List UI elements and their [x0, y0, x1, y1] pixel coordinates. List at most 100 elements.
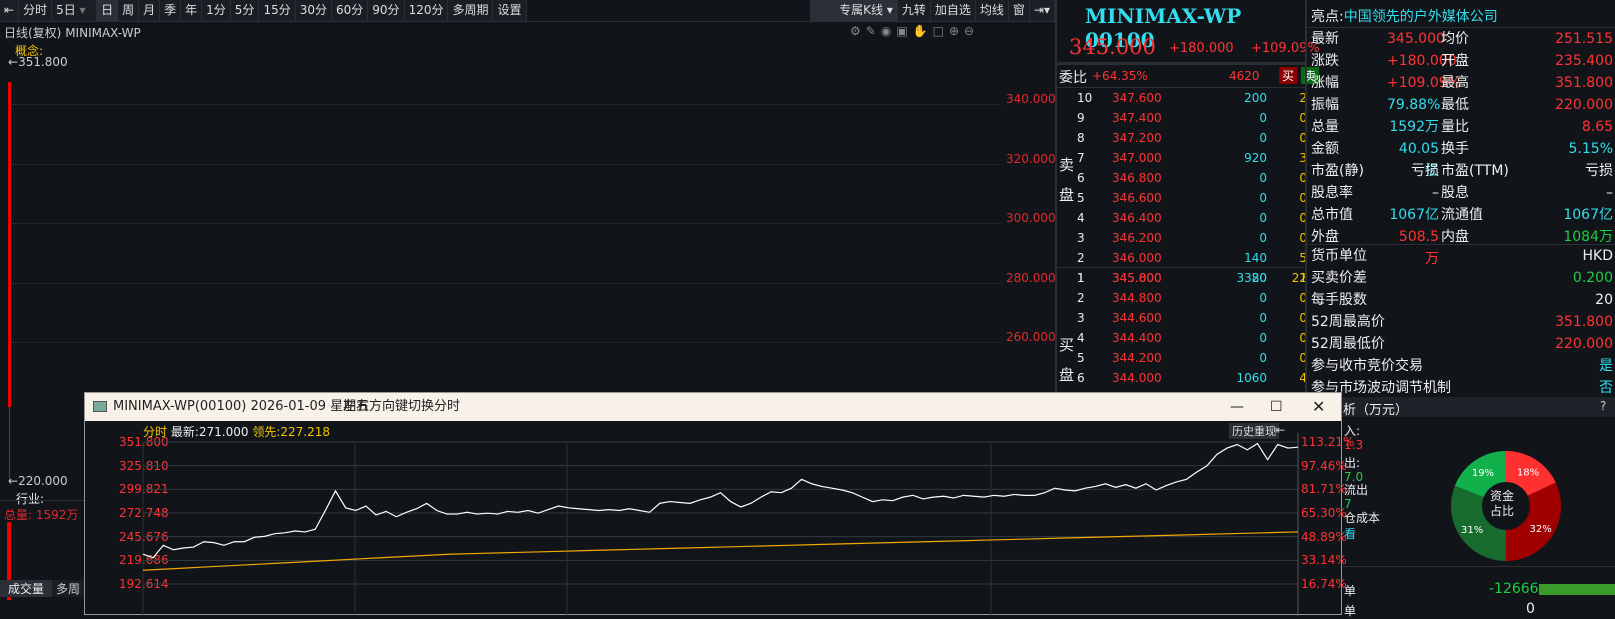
info-label: 参与收市竞价交易: [1311, 358, 1423, 374]
bid-row[interactable]: 6 344.000 1060 4: [1057, 369, 1307, 389]
eye-icon[interactable]: ◉: [881, 24, 896, 38]
funds-bar: [1539, 584, 1615, 595]
ask-row[interactable]: 6 346.800 0 0: [1057, 169, 1307, 189]
stat-label: 最高: [1441, 75, 1469, 91]
bid-price: 344.000: [1112, 371, 1162, 385]
info-value: 0.200: [1572, 270, 1613, 286]
tab-volume[interactable]: 成交量: [0, 580, 52, 597]
period-15min[interactable]: 15分: [259, 0, 296, 21]
ask-volume: 0: [1259, 111, 1267, 125]
period-60min[interactable]: 60分: [332, 0, 369, 21]
high-value: 351.800: [18, 55, 68, 69]
zoom-in-icon[interactable]: ⊕: [949, 24, 964, 38]
ask-row[interactable]: 2 346.000 140 5: [1057, 249, 1307, 269]
ask-row[interactable]: 4 346.400 0 0: [1057, 209, 1307, 229]
period-year[interactable]: 年: [181, 0, 203, 21]
stat-value: +180.000: [1387, 53, 1457, 69]
settings-button[interactable]: 设置: [493, 0, 527, 21]
ask-volume: 200: [1244, 91, 1267, 105]
funds-title: 析（万元）: [1343, 403, 1409, 418]
add-watchlist-button[interactable]: 加自选: [930, 0, 976, 21]
pen-icon[interactable]: ✎: [866, 24, 881, 38]
ask-level: 8: [1077, 131, 1085, 145]
highlight-text: 中国领先的户外媒体公司: [1343, 9, 1498, 25]
period-90min[interactable]: 90分: [368, 0, 405, 21]
expand-icon[interactable]: ⇥▾: [1029, 0, 1055, 21]
ask-level: 4: [1077, 211, 1085, 225]
info-label: 52周最低价: [1311, 336, 1385, 352]
back-icon[interactable]: ⇤: [0, 0, 20, 21]
chart-type: 日线(复权): [4, 26, 62, 40]
kline-select[interactable]: 专属K线 ▾: [809, 0, 898, 21]
intraday-chart: [142, 433, 1299, 616]
toolbox-icon[interactable]: ▣: [896, 24, 912, 38]
bid-row[interactable]: 2 344.800 0 0: [1057, 289, 1307, 309]
ask-price: 346.600: [1112, 191, 1162, 205]
ma-button[interactable]: 均线: [975, 0, 1009, 21]
bid-row[interactable]: 5 344.200 0 0: [1057, 349, 1307, 369]
stat-label: 换手: [1441, 141, 1469, 157]
info-value: 351.800: [1555, 314, 1613, 330]
ask-row[interactable]: 3 346.200 0 0: [1057, 229, 1307, 249]
divider: [1307, 244, 1615, 245]
period-toolbar: ⇤ 分时 5日 ▾ 日 周 月 季 年 1分 5分 15分 30分 60分 90…: [0, 0, 1055, 22]
ask-row[interactable]: 8 347.200 0 0: [1057, 129, 1307, 149]
period-week[interactable]: 周: [118, 0, 140, 21]
zoom-out-icon[interactable]: ⊖: [964, 24, 979, 38]
stat-value: 345.000: [1387, 31, 1445, 47]
period-quarter[interactable]: 季: [160, 0, 182, 21]
ask-volume: 0: [1259, 171, 1267, 185]
period-5day-label: 5日: [56, 3, 76, 17]
period-30min[interactable]: 30分: [295, 0, 332, 21]
period-day[interactable]: 日: [97, 0, 119, 21]
bid-volume: 0: [1259, 311, 1267, 325]
ask-level: 6: [1077, 171, 1085, 185]
stat-value: 1592万: [1389, 119, 1439, 135]
ask-row[interactable]: 5 346.600 0 0: [1057, 189, 1307, 209]
grid-line: [12, 283, 1002, 284]
low-value: 220.000: [18, 474, 68, 488]
bid-volume: 3380: [1236, 271, 1267, 285]
bid-level: 1: [1077, 271, 1085, 285]
stat-label: 涨跌: [1311, 53, 1339, 69]
hand-icon[interactable]: ✋: [913, 24, 933, 38]
tab-multi[interactable]: 多周: [52, 580, 84, 597]
stat-value: 351.800: [1555, 75, 1613, 91]
multi-period[interactable]: 多周期: [448, 0, 494, 21]
bid-row[interactable]: 1 345.000 3380 22: [1057, 269, 1307, 289]
period-5min[interactable]: 5分: [230, 0, 260, 21]
axis-label: 280.000: [1006, 271, 1056, 285]
period-1min[interactable]: 1分: [202, 0, 231, 21]
period-month[interactable]: 月: [139, 0, 161, 21]
ask-price: 346.200: [1112, 231, 1162, 245]
stat-label: 量比: [1441, 119, 1469, 135]
grid-line: [12, 342, 1002, 343]
ask-volume: 0: [1259, 191, 1267, 205]
ask-row[interactable]: 7 347.000 920 3: [1057, 149, 1307, 169]
candle-body: [8, 82, 11, 407]
bid-level: 6: [1077, 371, 1085, 385]
bid-level: 4: [1077, 331, 1085, 345]
lock-icon[interactable]: □: [933, 24, 949, 38]
ask-row[interactable]: 9 347.400 0 0: [1057, 109, 1307, 129]
window-button[interactable]: 窗: [1008, 0, 1030, 21]
stat-label: 振幅: [1311, 97, 1339, 113]
bid-price: 344.600: [1112, 311, 1162, 325]
period-120min[interactable]: 120分: [404, 0, 449, 21]
buy-button[interactable]: 买: [1279, 67, 1298, 84]
stat-value: 5.15%: [1568, 141, 1613, 157]
period-5day[interactable]: 5日 ▾: [52, 0, 98, 21]
low-marker: ←220.000: [8, 474, 68, 488]
help-icon[interactable]: ?: [1600, 399, 1606, 413]
bid-row[interactable]: 3 344.600 0 0: [1057, 309, 1307, 329]
stat-label: 流通值: [1441, 207, 1483, 223]
stat-label: 股息: [1441, 185, 1469, 201]
ask-row[interactable]: 10 347.600 200 2: [1057, 89, 1307, 109]
stat-value: +109.09%: [1387, 75, 1462, 91]
period-fenshi[interactable]: 分时: [19, 0, 53, 21]
stat-label: 市盈(TTM): [1441, 163, 1509, 179]
donut-slice: [1506, 482, 1561, 561]
bid-row[interactable]: 4 344.400 0 0: [1057, 329, 1307, 349]
gear-icon[interactable]: ⚙: [850, 24, 866, 38]
jiuzhuan-button[interactable]: 九转: [897, 0, 931, 21]
